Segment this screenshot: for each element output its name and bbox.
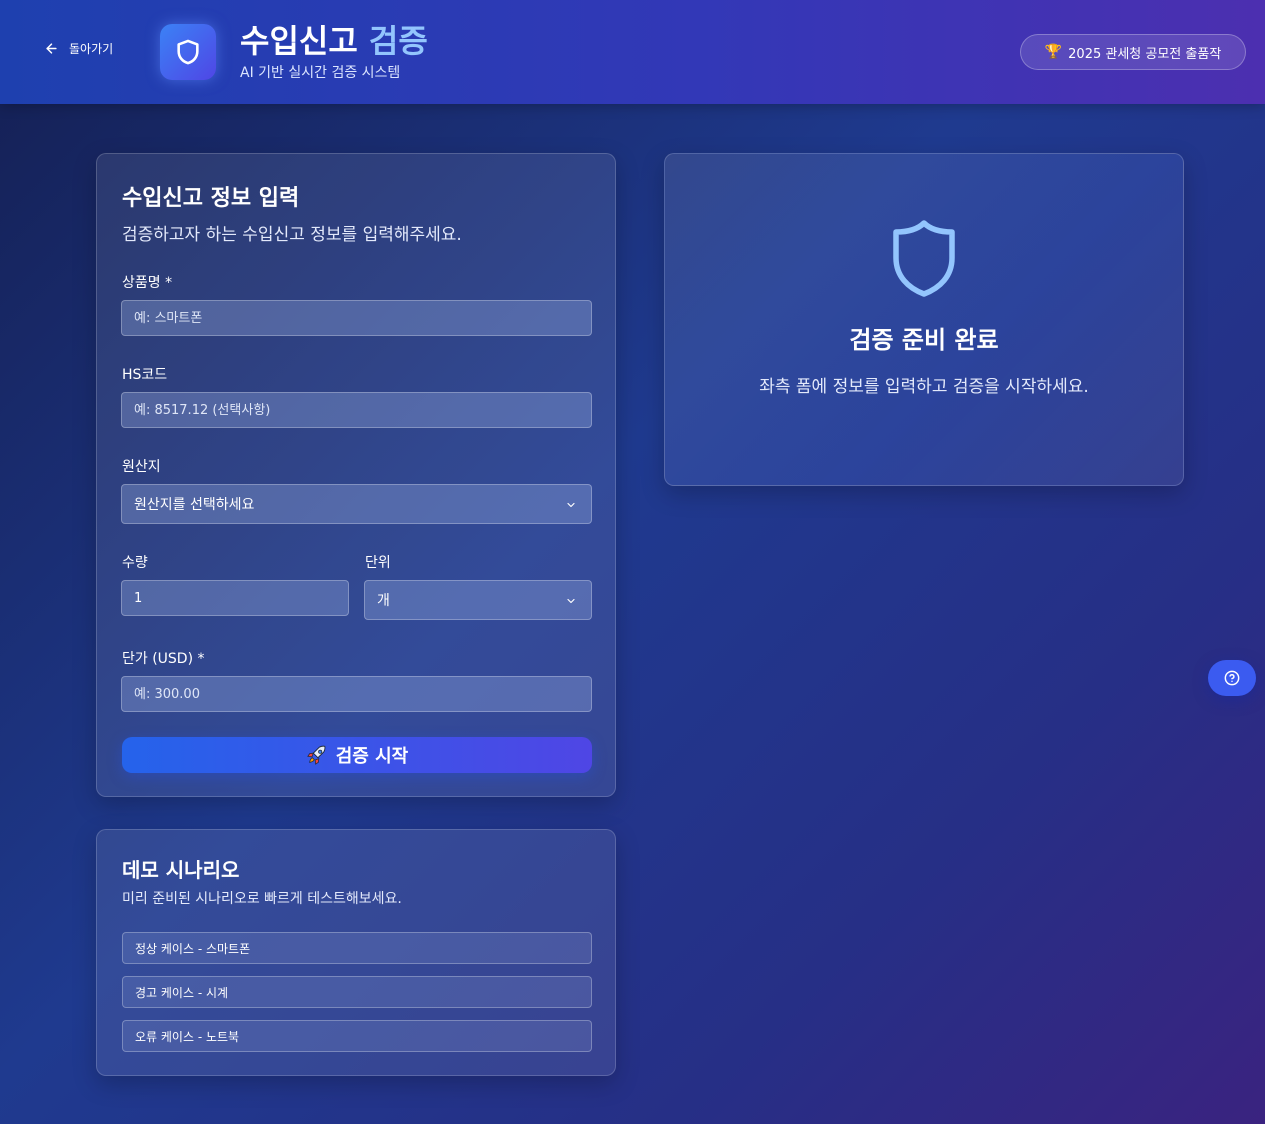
form-title: 수입신고 정보 입력 — [122, 186, 300, 211]
form-description: 검증하고자 하는 수입신고 정보를 입력해주세요. — [122, 225, 462, 245]
hs-code-input[interactable] — [121, 392, 592, 428]
demo-scenarios-card: 데모 시나리오 미리 준비된 시나리오로 빠르게 테스트해보세요. 정상 케이스… — [96, 829, 616, 1076]
demo-scenario-label: 정상 케이스 - 스마트폰 — [135, 941, 251, 956]
contest-badge: 🏆 2025 관세청 공모전 출품작 — [1020, 34, 1246, 70]
demo-scenario-label: 오류 케이스 - 노트북 — [135, 1029, 240, 1044]
result-description: 좌측 폼에 정보를 입력하고 검증을 시작하세요. — [759, 377, 1089, 397]
demo-description: 미리 준비된 시나리오로 빠르게 테스트해보세요. — [122, 891, 402, 907]
start-verification-label: 검증 시작 — [335, 746, 409, 767]
help-circle-icon — [1224, 670, 1240, 686]
app-logo — [160, 24, 216, 80]
page-subtitle: AI 기반 실시간 검증 시스템 — [240, 65, 401, 81]
product-name-input[interactable] — [121, 300, 592, 336]
unit-price-label: 단가 (USD) * — [122, 651, 205, 667]
arrow-left-icon — [46, 43, 57, 54]
back-button-label: 돌아가기 — [69, 42, 114, 56]
hs-code-label: HS코드 — [122, 367, 168, 383]
demo-scenario-error-button[interactable]: 오류 케이스 - 노트북 — [122, 1020, 592, 1052]
unit-label: 단위 — [365, 555, 391, 571]
verification-result-card: 검증 준비 완료 좌측 폼에 정보를 입력하고 검증을 시작하세요. — [664, 153, 1184, 486]
demo-scenario-normal-button[interactable]: 정상 케이스 - 스마트폰 — [122, 932, 592, 964]
page-title: 수입신고 검증 — [240, 22, 428, 60]
chevron-down-icon — [567, 598, 575, 604]
shield-icon — [177, 39, 199, 65]
quantity-input[interactable] — [121, 580, 349, 616]
rocket-icon — [306, 745, 326, 765]
origin-select[interactable]: 원산지를 선택하세요 — [121, 484, 592, 524]
trophy-icon: 🏆 — [1044, 44, 1063, 60]
demo-scenario-label: 경고 케이스 - 시계 — [135, 985, 229, 1000]
origin-label: 원산지 — [122, 459, 161, 475]
import-form-card: 수입신고 정보 입력 검증하고자 하는 수입신고 정보를 입력해주세요. 상품명… — [96, 153, 616, 797]
origin-select-value: 원산지를 선택하세요 — [134, 497, 255, 513]
app-header: 돌아가기 수입신고 검증 AI 기반 실시간 검증 시스템 🏆 2025 관세청… — [0, 0, 1265, 104]
help-button[interactable] — [1208, 660, 1256, 696]
product-name-label: 상품명 * — [122, 275, 173, 291]
page-title-accent: 검증 — [368, 22, 428, 60]
unit-select[interactable]: 개 — [364, 580, 592, 620]
demo-scenario-warning-button[interactable]: 경고 케이스 - 시계 — [122, 976, 592, 1008]
start-verification-button[interactable]: 검증 시작 — [122, 737, 592, 773]
demo-title: 데모 시나리오 — [122, 858, 240, 882]
unit-select-value: 개 — [377, 593, 390, 609]
unit-price-input[interactable] — [121, 676, 592, 712]
chevron-down-icon — [567, 502, 575, 508]
back-button[interactable]: 돌아가기 — [44, 40, 113, 57]
shield-icon — [893, 220, 955, 297]
result-title: 검증 준비 완료 — [849, 326, 999, 354]
contest-badge-label: 2025 관세청 공모전 출품작 — [1068, 46, 1222, 62]
page-title-main: 수입신고 — [240, 22, 358, 60]
quantity-label: 수량 — [122, 555, 148, 571]
